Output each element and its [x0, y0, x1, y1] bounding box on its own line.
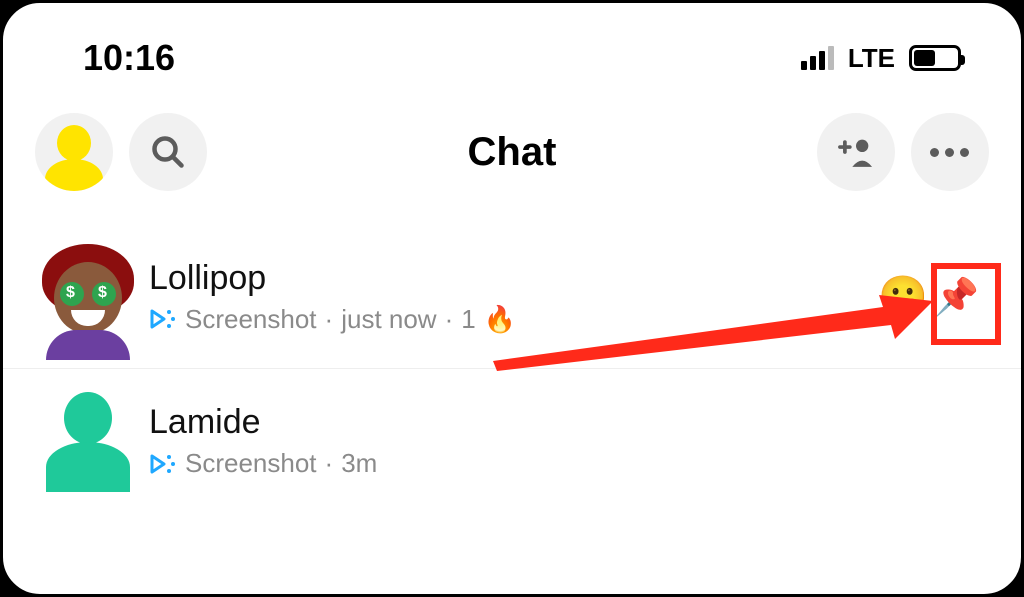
pin-icon: 📌	[934, 276, 979, 318]
status-bar: 10:16 LTE	[3, 3, 1021, 93]
chat-status-text: Screenshot	[185, 304, 317, 335]
chat-name: Lamide	[149, 403, 989, 442]
search-icon	[150, 134, 186, 170]
chat-status-text: Screenshot	[185, 448, 317, 479]
status-indicators: LTE	[801, 43, 961, 74]
chat-subtitle: Screenshot · just now · 1 🔥	[149, 304, 878, 335]
more-icon	[930, 148, 969, 157]
chat-row[interactable]: Lollipop Screenshot · just now · 1 🔥 😬 📌	[3, 225, 1021, 369]
add-friend-button[interactable]	[817, 113, 895, 191]
chat-subtitle: Screenshot · 3m	[149, 448, 989, 479]
search-button[interactable]	[129, 113, 207, 191]
page-title: Chat	[468, 130, 557, 175]
clock-time: 10:16	[83, 37, 175, 79]
chat-list: Lollipop Screenshot · just now · 1 🔥 😬 📌	[3, 225, 1021, 513]
app-screen: 10:16 LTE Chat	[0, 0, 1024, 597]
battery-icon	[909, 45, 961, 71]
chat-avatar	[35, 388, 141, 494]
fire-icon: 🔥	[484, 304, 516, 335]
chat-time: just now	[341, 304, 436, 335]
profile-button[interactable]	[35, 113, 113, 191]
chat-time: 3m	[341, 448, 377, 479]
more-options-button[interactable]	[911, 113, 989, 191]
add-friend-icon	[835, 135, 877, 169]
chat-name: Lollipop	[149, 259, 878, 298]
chat-header: Chat	[3, 93, 1021, 225]
cellular-signal-icon	[801, 46, 834, 70]
network-type-label: LTE	[848, 43, 895, 74]
chat-avatar	[35, 244, 141, 350]
chat-row[interactable]: Lamide Screenshot · 3m	[3, 369, 1021, 513]
friend-emoji: 😬	[878, 273, 928, 320]
streak-count: 1	[461, 304, 475, 335]
screenshot-status-icon	[149, 452, 177, 476]
screenshot-status-icon	[149, 307, 177, 331]
